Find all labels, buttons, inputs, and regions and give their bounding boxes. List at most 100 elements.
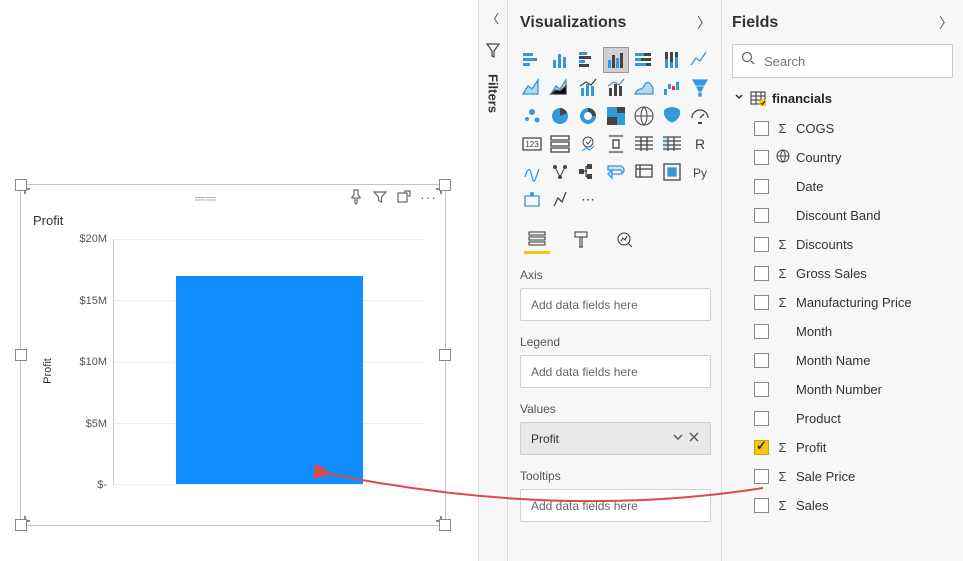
field-row[interactable]: Discount Band bbox=[732, 201, 953, 230]
viz-type-custom[interactable] bbox=[548, 188, 572, 212]
viz-type-python[interactable] bbox=[548, 160, 572, 184]
field-row[interactable]: Month bbox=[732, 317, 953, 346]
field-checkbox[interactable] bbox=[754, 382, 769, 397]
resize-handle[interactable] bbox=[439, 349, 451, 361]
resize-handle[interactable] bbox=[439, 179, 451, 191]
viz-type-waterfall[interactable] bbox=[660, 76, 684, 100]
pin-icon[interactable] bbox=[348, 189, 364, 208]
resize-handle[interactable] bbox=[15, 179, 27, 191]
viz-type-gauge[interactable]: 123 bbox=[520, 132, 544, 156]
legend-well[interactable]: Add data fields here bbox=[520, 355, 711, 388]
resize-handle[interactable] bbox=[15, 519, 27, 531]
table-header[interactable]: financials bbox=[732, 90, 953, 106]
viz-type-ai[interactable] bbox=[688, 104, 712, 128]
viz-type-funnel[interactable] bbox=[688, 76, 712, 100]
field-row[interactable]: ΣDiscounts bbox=[732, 230, 953, 259]
filters-pane-collapsed[interactable]: 〈 Filters bbox=[478, 0, 508, 561]
field-checkbox[interactable] bbox=[754, 469, 769, 484]
chevron-right-icon[interactable]: 〉 bbox=[697, 13, 711, 33]
viz-type-pie[interactable] bbox=[548, 104, 572, 128]
analytics-tab[interactable] bbox=[612, 226, 638, 254]
field-row[interactable]: Month Name bbox=[732, 346, 953, 375]
viz-type-more[interactable]: Py bbox=[688, 160, 712, 184]
chevron-right-icon[interactable]: 〉 bbox=[939, 13, 953, 33]
field-row[interactable]: ΣManufacturing Price bbox=[732, 288, 953, 317]
viz-type-line-col2[interactable] bbox=[604, 76, 628, 100]
focus-icon[interactable] bbox=[396, 189, 412, 208]
viz-type-clustered-column[interactable] bbox=[604, 48, 628, 72]
field-row[interactable]: ΣGross Sales bbox=[732, 259, 953, 288]
viz-type-matrix[interactable]: R bbox=[688, 132, 712, 156]
field-checkbox[interactable] bbox=[754, 295, 769, 310]
values-well[interactable]: Profit bbox=[520, 422, 711, 455]
field-checkbox[interactable] bbox=[754, 179, 769, 194]
close-icon[interactable] bbox=[688, 431, 700, 446]
viz-type-r[interactable] bbox=[520, 160, 544, 184]
grip-icon[interactable]: ══ bbox=[64, 190, 348, 206]
resize-handle[interactable] bbox=[439, 519, 451, 531]
chart-plot bbox=[113, 239, 425, 485]
viz-type-stacked-column[interactable] bbox=[548, 48, 572, 72]
field-row[interactable]: Date bbox=[732, 172, 953, 201]
viz-type-table[interactable] bbox=[660, 132, 684, 156]
viz-type-line-col[interactable] bbox=[576, 76, 600, 100]
viz-type-ellipsis[interactable]: ⋯ bbox=[576, 188, 600, 212]
field-checkbox[interactable] bbox=[754, 353, 769, 368]
viz-type-kpi[interactable] bbox=[604, 132, 628, 156]
viz-type-scatter[interactable] bbox=[520, 104, 544, 128]
field-checkbox[interactable] bbox=[754, 150, 769, 165]
field-row[interactable]: ΣSale Price bbox=[732, 462, 953, 491]
viz-type-stacked-bar[interactable] bbox=[520, 48, 544, 72]
field-row[interactable]: ΣCOGS bbox=[732, 114, 953, 143]
search-input[interactable] bbox=[764, 54, 944, 69]
viz-type-powerapps[interactable] bbox=[520, 188, 544, 212]
field-checkbox[interactable] bbox=[754, 498, 769, 513]
viz-type-decomp[interactable] bbox=[604, 160, 628, 184]
field-checkbox[interactable] bbox=[754, 266, 769, 281]
viz-type-filled-map[interactable] bbox=[660, 104, 684, 128]
field-row[interactable]: Month Number bbox=[732, 375, 953, 404]
chevron-left-icon[interactable]: 〈 bbox=[479, 10, 507, 27]
chevron-down-icon[interactable] bbox=[734, 92, 744, 105]
format-tab[interactable] bbox=[568, 226, 594, 254]
viz-type-multirow[interactable] bbox=[576, 132, 600, 156]
field-checkbox[interactable] bbox=[754, 208, 769, 223]
viz-type-stacked-area[interactable] bbox=[548, 76, 572, 100]
viz-type-100-column[interactable] bbox=[660, 48, 684, 72]
viz-type-area[interactable] bbox=[520, 76, 544, 100]
viz-type-slicer[interactable] bbox=[632, 132, 656, 156]
viz-type-ribbon[interactable] bbox=[632, 76, 656, 100]
field-checkbox[interactable] bbox=[754, 121, 769, 136]
viz-type-treemap[interactable] bbox=[604, 104, 628, 128]
field-row[interactable]: Product bbox=[732, 404, 953, 433]
field-row[interactable]: ΣSales bbox=[732, 491, 953, 520]
chart-tile[interactable]: ══ ··· Profit Profit $-$5M$10M$15M$20M bbox=[20, 184, 446, 526]
field-checkbox[interactable] bbox=[754, 411, 769, 426]
field-checkbox[interactable] bbox=[754, 237, 769, 252]
grid-line bbox=[114, 239, 425, 240]
field-row[interactable]: Country bbox=[732, 143, 953, 172]
viz-type-paginated[interactable] bbox=[660, 160, 684, 184]
resize-handle[interactable] bbox=[15, 349, 27, 361]
viz-type-keyinfluencer[interactable] bbox=[576, 160, 600, 184]
blank-icon bbox=[775, 353, 790, 368]
field-checkbox[interactable] bbox=[754, 324, 769, 339]
viz-type-map[interactable] bbox=[632, 104, 656, 128]
field-name: Month bbox=[796, 324, 832, 339]
axis-well[interactable]: Add data fields here bbox=[520, 288, 711, 321]
field-row[interactable]: ΣProfit bbox=[732, 433, 953, 462]
viz-type-clustered-bar[interactable] bbox=[576, 48, 600, 72]
filter-icon[interactable] bbox=[372, 189, 388, 208]
report-canvas[interactable]: ══ ··· Profit Profit $-$5M$10M$15M$20M bbox=[0, 0, 472, 561]
viz-type-card[interactable] bbox=[548, 132, 572, 156]
viz-type-donut[interactable] bbox=[576, 104, 600, 128]
field-checkbox[interactable] bbox=[754, 440, 769, 455]
viz-type-100-bar[interactable] bbox=[632, 48, 656, 72]
tooltips-well[interactable]: Add data fields here bbox=[520, 489, 711, 522]
search-box[interactable] bbox=[732, 44, 953, 78]
viz-type-qa[interactable] bbox=[632, 160, 656, 184]
chevron-down-icon[interactable] bbox=[672, 431, 684, 446]
chart-bar[interactable] bbox=[176, 276, 363, 484]
fields-tab[interactable] bbox=[524, 226, 550, 254]
viz-type-line[interactable] bbox=[688, 48, 712, 72]
